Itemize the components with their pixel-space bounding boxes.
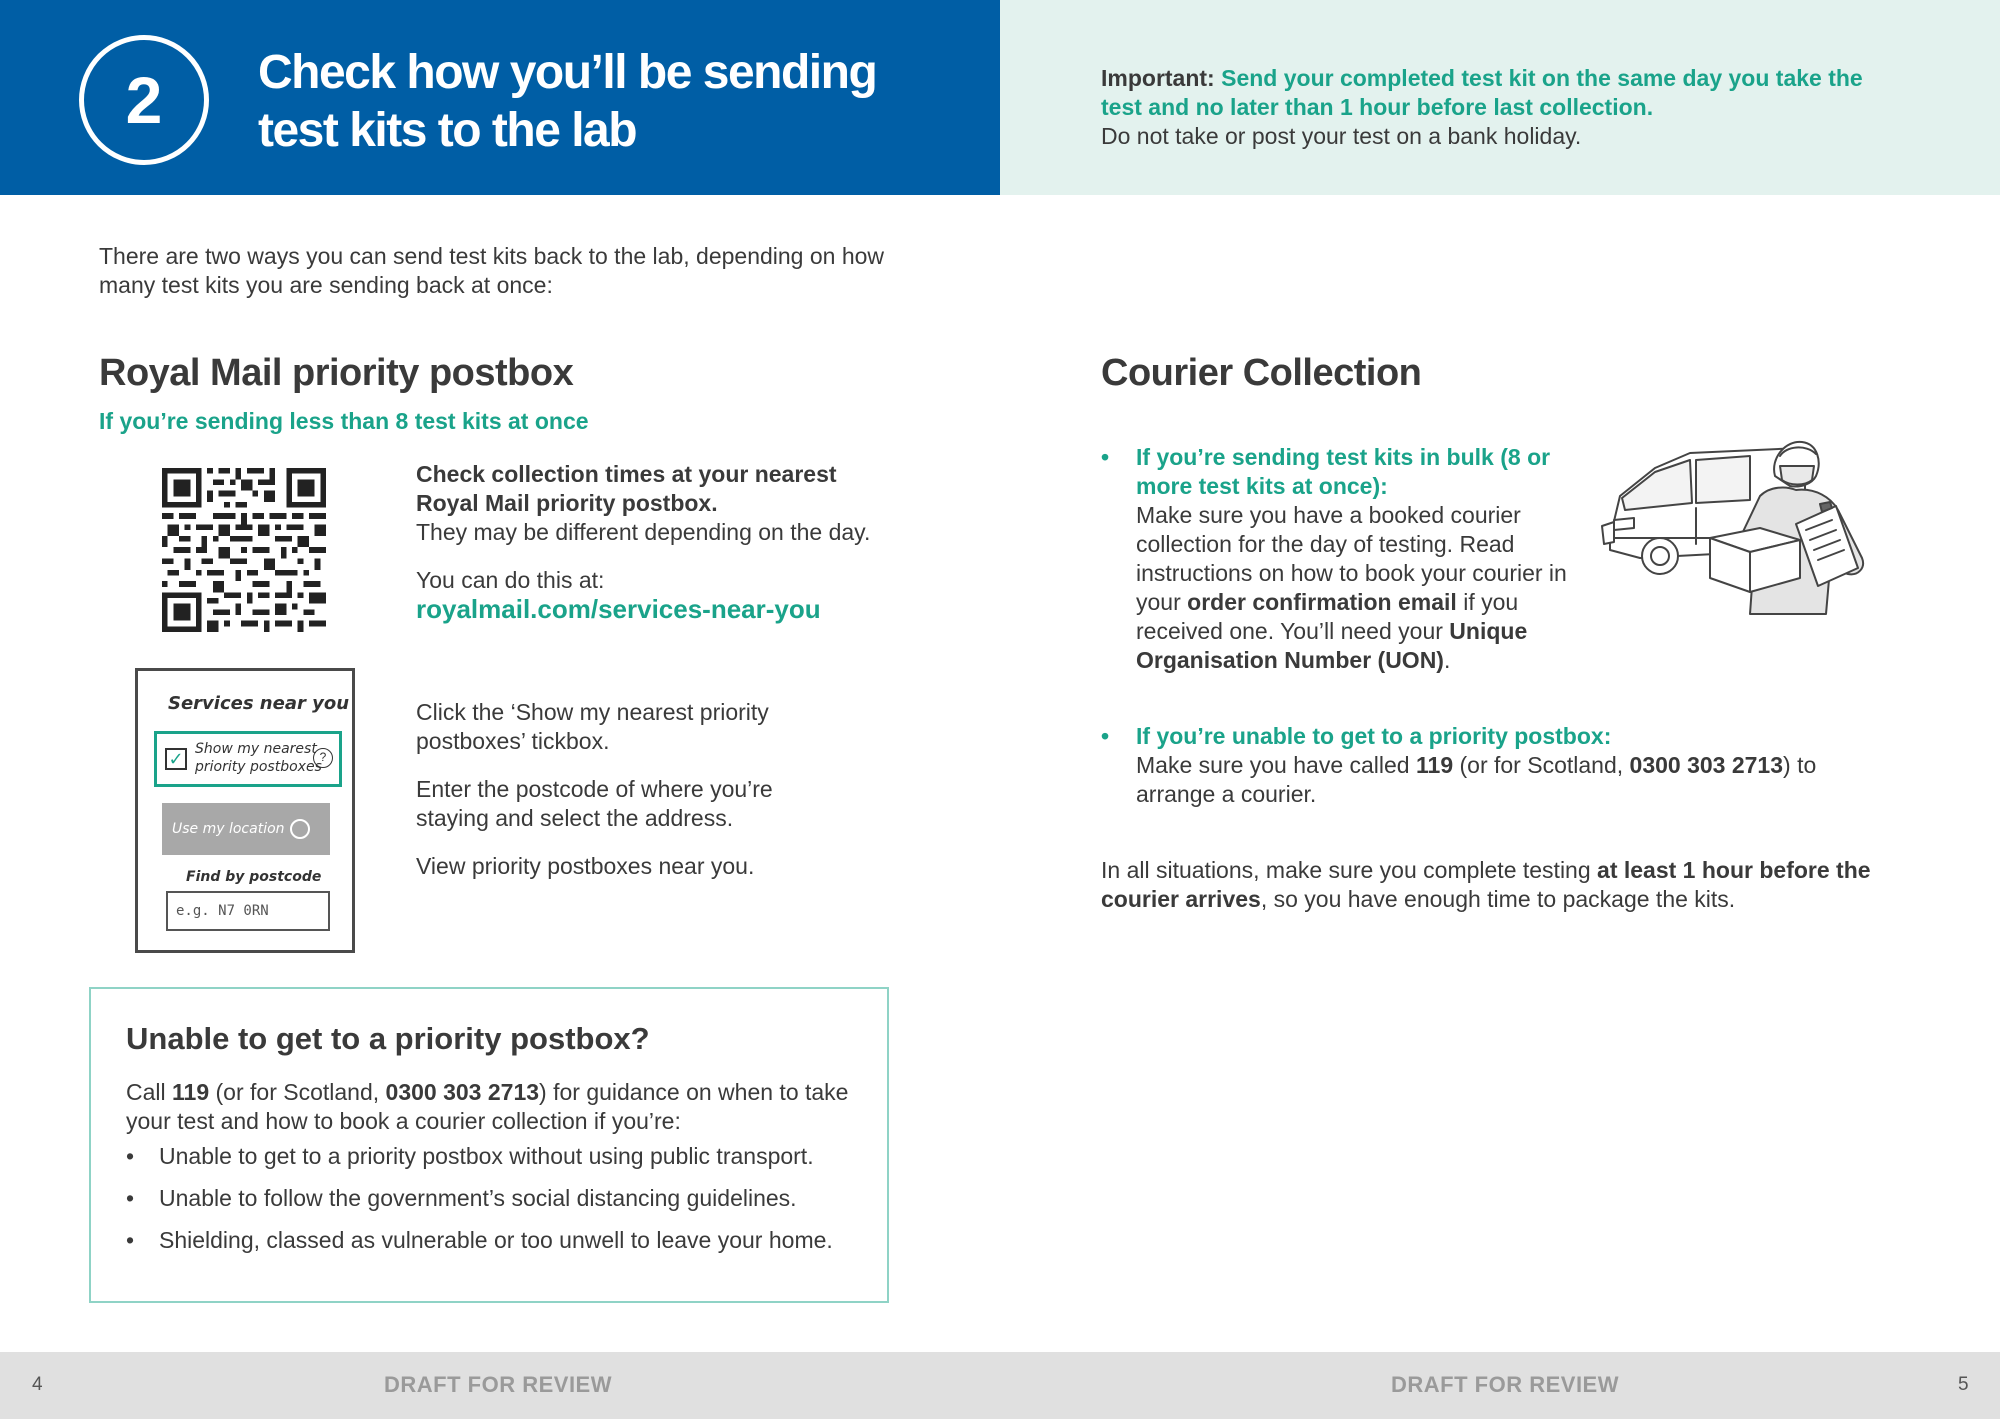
note-bold: courier arrives (1101, 886, 1261, 912)
all-situations-note: In all situations, make sure you complet… (1101, 856, 1901, 914)
page-title-line1: Check how you’ll be sending (258, 46, 878, 99)
find-by-postcode-label: Find by postcode (186, 869, 322, 885)
bulk-text: collection for the day of testing. Read (1136, 531, 1515, 557)
bulk-text: Make sure you have a booked courier (1136, 502, 1521, 528)
do-this-at: You can do this at: (416, 567, 605, 593)
bulk-heading-1: If you’re sending test kits in bulk (8 o… (1136, 444, 1551, 470)
check-bold-2: Royal Mail priority postbox. (416, 490, 718, 516)
location-crosshair-icon (290, 819, 310, 839)
bulk-text: if you (1456, 589, 1519, 615)
uon-label: Unique (1449, 618, 1528, 644)
list-item: Unable to follow the government’s social… (126, 1184, 866, 1213)
check-text: They may be different depending on the d… (416, 519, 871, 545)
checkbox-label-1: Show my nearest (195, 741, 317, 757)
draft-label-right: DRAFT FOR REVIEW (1391, 1372, 1619, 1397)
help-icon: ? (313, 748, 333, 768)
royal-mail-subheading: If you’re sending less than 8 test kits … (99, 408, 589, 434)
list-item: Unable to get to a priority postbox with… (126, 1142, 866, 1171)
royal-mail-heading: Royal Mail priority postbox (99, 352, 574, 394)
services-near-you-illustration: Services near you ✓ Show my nearest prio… (135, 668, 355, 953)
phone-number-scotland: 0300 303 2713 (385, 1079, 540, 1105)
use-location-label: Use my location (172, 821, 285, 837)
unable-heading: If you’re unable to get to a priority po… (1136, 723, 1612, 749)
important-label: Important: (1101, 65, 1215, 91)
important-highlight-2: test and no later than 1 hour before las… (1101, 94, 1654, 120)
header-banner: 2 Check how you’ll be sending test kits … (0, 0, 1000, 195)
qr-code-icon[interactable] (162, 468, 326, 632)
callout-text: ) for guidance on when to take (539, 1079, 849, 1105)
callout-text: (or for Scotland, (209, 1079, 386, 1105)
important-notice: Important: Send your completed test kit … (1101, 64, 1901, 151)
postbox-steps: Click the ‘Show my nearest priority post… (416, 698, 896, 900)
page-number-left: 4 (32, 1374, 43, 1395)
checkbox-checked-icon: ✓ (165, 748, 187, 770)
collection-times-info: Check collection times at your nearest R… (416, 460, 896, 644)
list-item: Shielding, classed as vulnerable or too … (126, 1226, 866, 1255)
important-highlight-1: Send your completed test kit on the same… (1221, 65, 1863, 91)
unable-text: Make sure you have called (1136, 752, 1416, 778)
phone-number-119: 119 (172, 1079, 210, 1105)
callout-text: your test and how to book a courier coll… (126, 1108, 681, 1134)
callout-heading: Unable to get to a priority postbox? (126, 1021, 650, 1056)
step-item: Click the ‘Show my nearest priority post… (416, 698, 896, 756)
step-1-line2: postboxes’ tickbox. (416, 728, 610, 754)
step-item: View priority postboxes near you. (416, 852, 896, 881)
callout-paragraph: Call 119 (or for Scotland, 0300 303 2713… (126, 1078, 866, 1136)
check-bold-1: Check collection times at your nearest (416, 461, 837, 487)
page-title: Check how you’ll be sending test kits to… (258, 44, 958, 160)
royalmail-link[interactable]: royalmail.com/services-near-you (416, 594, 821, 624)
courier-van-illustration (1601, 440, 1864, 615)
intro-text: There are two ways you can send test kit… (99, 242, 899, 300)
nearest-postbox-checkbox-row: ✓ Show my nearest priority postboxes ? (154, 731, 342, 787)
step-3-line1: View priority postboxes near you. (416, 853, 755, 879)
step-number-badge: 2 (79, 35, 209, 165)
postcode-field: e.g. N7 0RN (166, 891, 330, 931)
note-text: In all situations, make sure you complet… (1101, 857, 1598, 883)
intro-line1: There are two ways you can send test kit… (99, 243, 885, 269)
callout-text: Call (126, 1079, 173, 1105)
step-2-line2: staying and select the address. (416, 805, 734, 831)
uon-label: Organisation Number (UON) (1136, 647, 1444, 673)
checkbox-label-2: priority postboxes (195, 759, 322, 775)
page-title-line2: test kits to the lab (258, 104, 638, 157)
order-confirmation-email: order confirmation email (1187, 589, 1457, 615)
unable-text: ) to (1783, 752, 1817, 778)
intro-line2: many test kits you are sending back at o… (99, 272, 553, 298)
step-item: Enter the postcode of where you’re stayi… (416, 775, 896, 833)
unable-text: (or for Scotland, (1453, 752, 1630, 778)
bulk-text: instructions on how to book your courier… (1136, 560, 1567, 586)
note-bold: at least 1 hour before the (1597, 857, 1871, 883)
important-note: Do not take or post your test on a bank … (1101, 123, 1582, 149)
unable-postbox-callout: Unable to get to a priority postbox? Cal… (89, 987, 889, 1303)
use-my-location-button: Use my location (162, 803, 330, 855)
courier-unable-item: If you’re unable to get to a priority po… (1101, 722, 1901, 809)
step-2-line1: Enter the postcode of where you’re (416, 776, 773, 802)
bulk-text: received one. You’ll need your (1136, 618, 1450, 644)
courier-bulk-item: If you’re sending test kits in bulk (8 o… (1101, 443, 1581, 675)
phone-number-119: 119 (1416, 752, 1454, 778)
list-item: If you’re sending test kits in bulk (8 o… (1101, 443, 1581, 675)
note-text: , so you have enough time to package the… (1260, 886, 1736, 912)
page-footer: 4 DRAFT FOR REVIEW DRAFT FOR REVIEW 5 (0, 1352, 2000, 1419)
page-number-right: 5 (1958, 1374, 1969, 1395)
draft-label-left: DRAFT FOR REVIEW (384, 1372, 612, 1397)
list-item: If you’re unable to get to a priority po… (1101, 722, 1901, 809)
callout-bullet-list: Unable to get to a priority postbox with… (126, 1142, 866, 1268)
bulk-text: your (1136, 589, 1188, 615)
step-1-line1: Click the ‘Show my nearest priority (416, 699, 769, 725)
services-title: Services near you (168, 693, 350, 714)
phone-number-scotland: 0300 303 2713 (1629, 752, 1784, 778)
unable-text: arrange a courier. (1136, 781, 1317, 807)
courier-heading: Courier Collection (1101, 352, 1422, 394)
bulk-text: . (1443, 647, 1451, 673)
bulk-heading-2: more test kits at once): (1136, 473, 1388, 499)
